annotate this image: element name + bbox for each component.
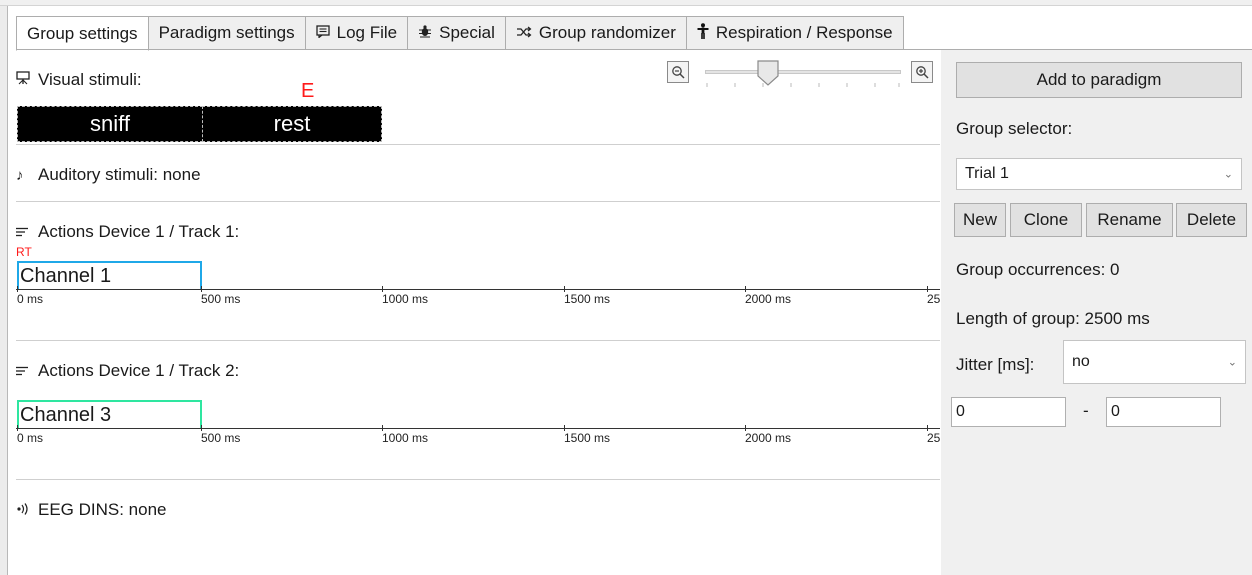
timeline-tick-label: 500 ms bbox=[201, 431, 241, 445]
track-2-title: Actions Device 1 / Track 2: bbox=[16, 361, 239, 381]
auditory-stimuli-section: ♪ Auditory stimuli: none bbox=[16, 145, 940, 202]
zoom-out-button[interactable] bbox=[667, 61, 689, 83]
signal-icon bbox=[16, 502, 38, 519]
timeline-tick-label: 500 ms bbox=[201, 292, 241, 306]
zoom-in-icon bbox=[916, 66, 929, 79]
track-2-section: Actions Device 1 / Track 2: Channel 3 0 … bbox=[16, 341, 940, 480]
channel-block[interactable]: Channel 3 bbox=[17, 400, 202, 428]
tab-label: Group randomizer bbox=[538, 23, 676, 42]
zoom-in-button[interactable] bbox=[911, 61, 933, 83]
delete-group-button[interactable]: Delete bbox=[1176, 203, 1247, 237]
chevron-down-icon: ⌄ bbox=[1227, 356, 1237, 369]
track-1-title: Actions Device 1 / Track 1: bbox=[16, 222, 239, 242]
timeline-tick-label: 25 bbox=[927, 292, 941, 306]
add-to-paradigm-button[interactable]: Add to paradigm bbox=[956, 62, 1242, 98]
rename-group-button[interactable]: Rename bbox=[1086, 203, 1173, 237]
group-occurrences-text: Group occurrences: 0 bbox=[956, 260, 1120, 279]
visual-stimuli-label: Visual stimuli: bbox=[38, 70, 142, 89]
tab-label: Special bbox=[439, 23, 495, 42]
eeg-dins-label: EEG DINS: none bbox=[38, 500, 167, 519]
music-note-icon: ♪ bbox=[16, 166, 24, 184]
timeline-tick-label: 1000 ms bbox=[382, 292, 429, 306]
lines-icon bbox=[16, 224, 38, 241]
group-selector-value: Trial 1 bbox=[965, 165, 1009, 182]
rt-marker: RT bbox=[16, 245, 32, 259]
event-marker: E bbox=[301, 80, 315, 102]
zoom-out-icon bbox=[672, 66, 685, 79]
tab-paradigm-settings[interactable]: Paradigm settings bbox=[148, 16, 306, 50]
jitter-min-input[interactable]: 0 bbox=[951, 397, 1066, 427]
track-1-section: Actions Device 1 / Track 1: RT Channel 1… bbox=[16, 202, 940, 341]
timeline-axis bbox=[16, 289, 940, 290]
track-2-label: Actions Device 1 / Track 2: bbox=[38, 361, 240, 380]
screen-icon bbox=[16, 71, 38, 89]
timeline-tick-label: 2000 ms bbox=[745, 292, 792, 306]
stimulus-block[interactable]: rest bbox=[202, 106, 382, 142]
jitter-max-input[interactable]: 0 bbox=[1106, 397, 1221, 427]
visual-stimuli-section: Visual stimuli: E sniff rest bbox=[16, 50, 940, 145]
tab-label: Log File bbox=[336, 23, 398, 42]
eeg-dins-section: EEG DINS: none bbox=[16, 480, 940, 575]
eeg-dins-title: EEG DINS: none bbox=[16, 500, 167, 520]
range-separator: - bbox=[1083, 401, 1089, 420]
tab-label: Group settings bbox=[27, 23, 138, 43]
channel-block[interactable]: Channel 1 bbox=[17, 261, 202, 289]
timeline-tick-label: 25 bbox=[927, 431, 941, 445]
timeline-tick-label: 1500 ms bbox=[564, 431, 611, 445]
new-group-button[interactable]: New bbox=[954, 203, 1006, 237]
log-icon bbox=[315, 24, 330, 42]
timeline-axis bbox=[16, 428, 940, 429]
tab-strip: Group settings Paradigm settings Log Fil… bbox=[16, 16, 904, 51]
tab-group-settings[interactable]: Group settings bbox=[16, 16, 149, 51]
group-length-text: Length of group: 2500 ms bbox=[956, 309, 1150, 328]
timeline-tick-label: 1000 ms bbox=[382, 431, 429, 445]
jitter-label: Jitter [ms]: bbox=[956, 355, 1035, 374]
tab-special[interactable]: Special bbox=[408, 16, 506, 50]
person-icon bbox=[697, 23, 709, 43]
timeline-tick-label: 0 ms bbox=[17, 431, 44, 445]
timeline-tick-label: 1500 ms bbox=[564, 292, 611, 306]
track-1-label: Actions Device 1 / Track 1: bbox=[38, 222, 240, 241]
timeline-tick-label: 0 ms bbox=[17, 292, 44, 306]
auditory-stimuli-label: Auditory stimuli: none bbox=[38, 165, 201, 184]
bug-icon bbox=[418, 24, 432, 42]
stimulus-block[interactable]: sniff bbox=[17, 106, 203, 142]
tab-respiration-response[interactable]: Respiration / Response bbox=[686, 16, 904, 50]
clone-group-button[interactable]: Clone bbox=[1010, 203, 1082, 237]
lines-icon bbox=[16, 363, 38, 380]
group-editor: Visual stimuli: E sniff rest ♪ Auditory … bbox=[16, 50, 940, 575]
auditory-stimuli-title: ♪ Auditory stimuli: none bbox=[16, 165, 201, 185]
jitter-value: no bbox=[1072, 353, 1090, 370]
shuffle-icon bbox=[516, 25, 532, 42]
group-selector-label: Group selector: bbox=[956, 119, 1073, 138]
window-top-edge bbox=[0, 0, 1252, 6]
zoom-slider-ticks bbox=[706, 83, 900, 87]
tab-label: Respiration / Response bbox=[715, 23, 893, 42]
chevron-down-icon: ⌄ bbox=[1223, 168, 1233, 181]
window-left-edge bbox=[0, 6, 8, 575]
tab-label: Paradigm settings bbox=[158, 23, 295, 42]
timeline-tick-label: 2000 ms bbox=[745, 431, 792, 445]
visual-stimuli-title: Visual stimuli: bbox=[16, 70, 142, 90]
zoom-slider-track[interactable] bbox=[705, 70, 901, 74]
jitter-dropdown[interactable]: no ⌄ bbox=[1063, 340, 1246, 384]
group-side-panel: Add to paradigm Group selector: Trial 1 … bbox=[941, 50, 1252, 575]
group-selector-dropdown[interactable]: Trial 1 ⌄ bbox=[956, 158, 1242, 190]
tab-group-randomizer[interactable]: Group randomizer bbox=[505, 16, 687, 50]
tab-log-file[interactable]: Log File bbox=[305, 16, 409, 50]
